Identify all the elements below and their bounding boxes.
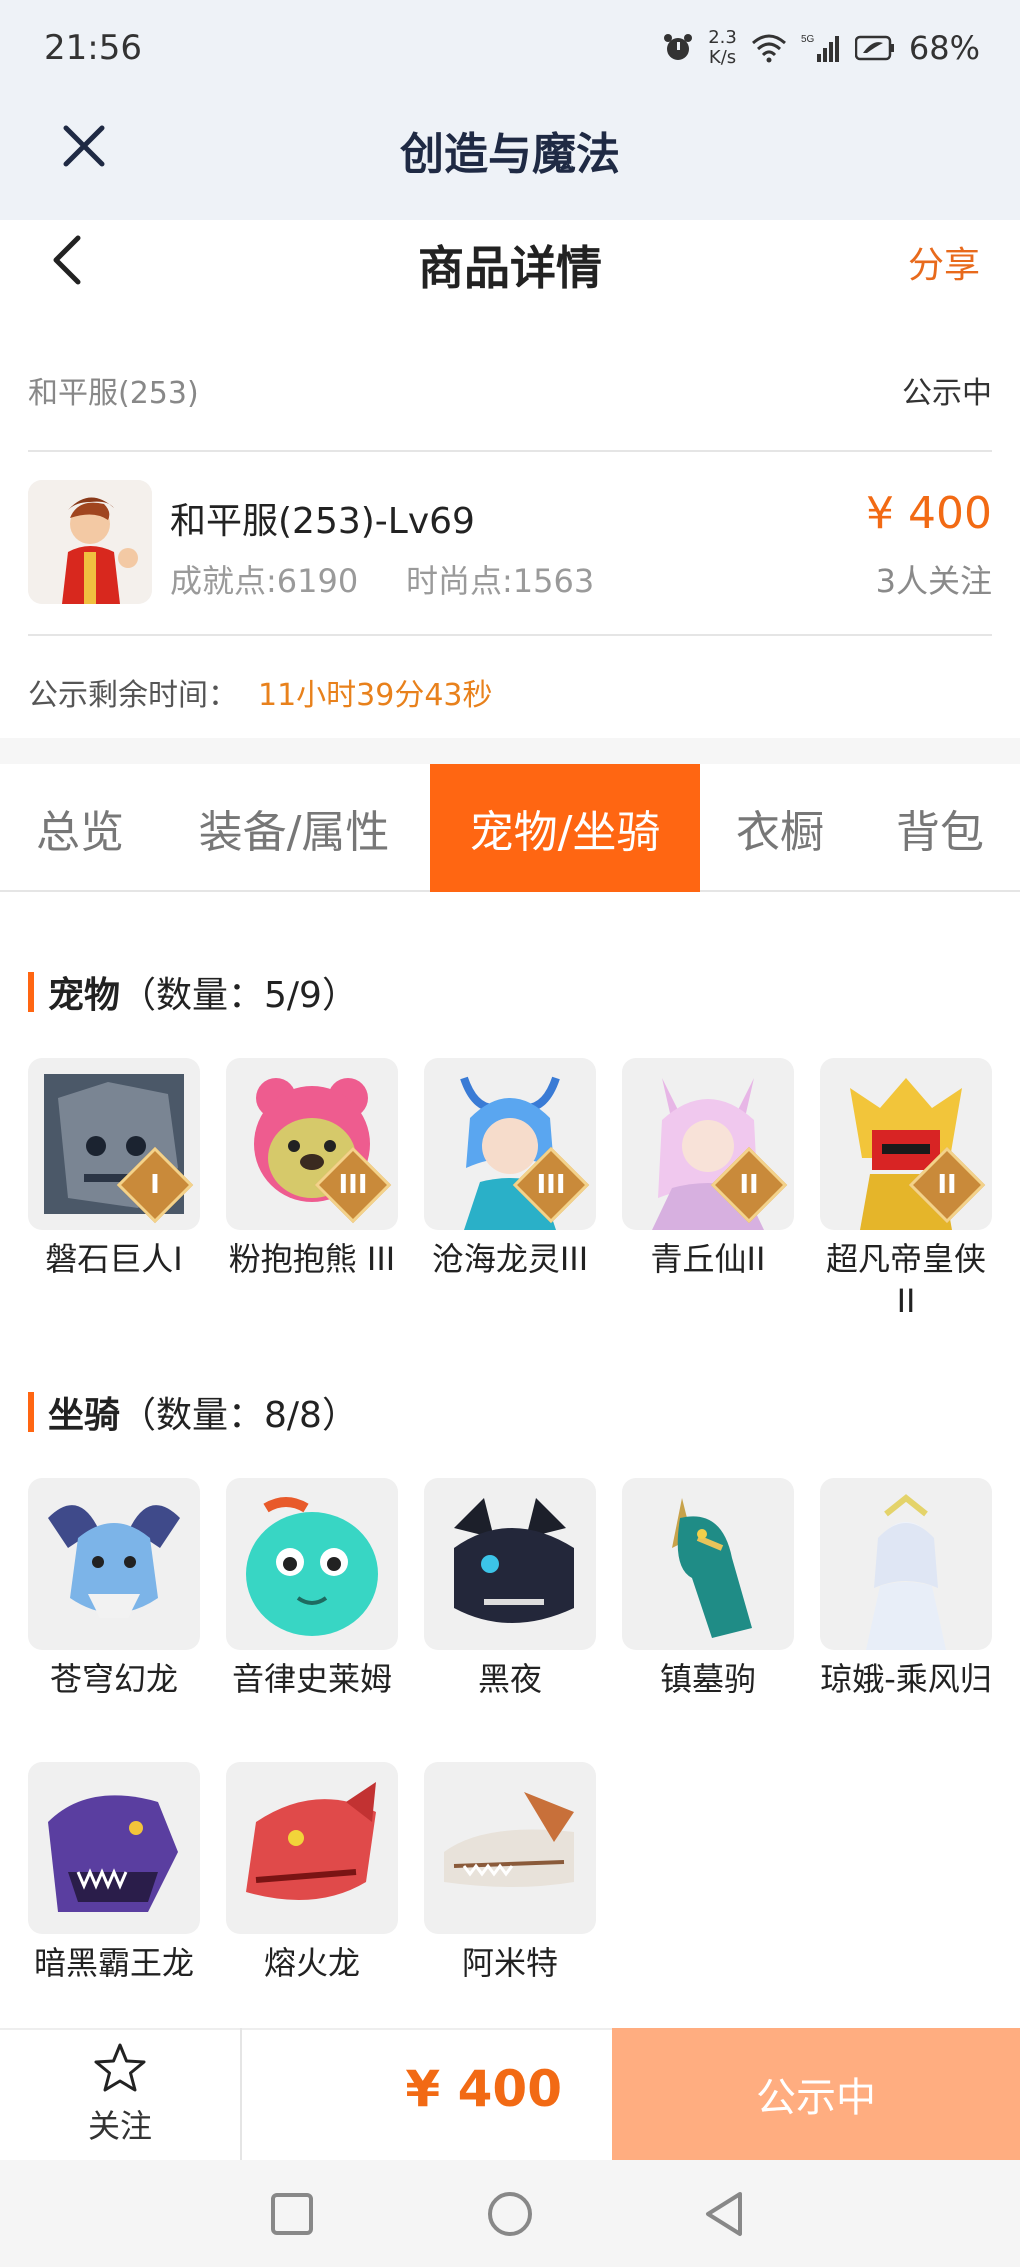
divider <box>28 634 992 636</box>
section-accent-bar <box>28 972 34 1012</box>
remaining-time-label: 公示剩余时间： <box>28 678 238 713</box>
server-name: 和平服(253) <box>28 376 199 411</box>
follow-button[interactable]: 关注 <box>0 2028 242 2160</box>
mount-red-dragon-icon <box>226 1762 398 1934</box>
battery-icon <box>854 35 894 61</box>
mount-item[interactable]: 琼娥-乘风归 <box>820 1478 992 1700</box>
pet-fox-fairy-icon: II <box>622 1058 794 1230</box>
pet-pink-bear-icon: III <box>226 1058 398 1230</box>
mount-item[interactable]: 音律史莱姆 <box>226 1478 398 1700</box>
tab-wardrobe[interactable]: 衣橱 <box>712 764 848 892</box>
mount-white-croc-icon <box>424 1762 596 1934</box>
pet-name: 沧海龙灵III <box>431 1240 589 1278</box>
status-time: 21:56 <box>44 28 142 68</box>
follow-label: 关注 <box>87 2107 152 2145</box>
signal-icon: 5G <box>801 34 839 62</box>
mount-name: 暗黑霸王龙 <box>33 1944 194 1982</box>
tab-pets-mounts[interactable]: 宠物/坐骑 <box>430 764 700 892</box>
mount-name: 镇墓驹 <box>659 1660 756 1698</box>
battery-percent: 68% <box>908 29 980 67</box>
tab-backpack[interactable]: 背包 <box>872 764 1008 892</box>
back-triangle-icon[interactable] <box>702 2190 746 2238</box>
pet-name: 粉抱抱熊 III <box>228 1240 396 1278</box>
pet-name: 青丘仙II <box>650 1240 766 1278</box>
svg-text:5G: 5G <box>801 34 815 45</box>
recents-square-icon[interactable] <box>270 2192 314 2236</box>
mount-item[interactable]: 熔火龙 <box>226 1762 398 1984</box>
page-title: 商品详情 <box>418 241 602 295</box>
mount-name: 琼娥-乘风归 <box>820 1660 992 1698</box>
pet-name: 超凡帝皇侠II <box>825 1240 986 1320</box>
pet-sea-dragon-spirit-icon: III <box>424 1058 596 1230</box>
pet-item[interactable]: II 超凡帝皇侠II <box>820 1058 992 1322</box>
star-icon <box>94 2043 146 2092</box>
achievement-points: 成就点:6190 <box>170 562 359 600</box>
remaining-time-value: 11小时39分43秒 <box>258 678 493 713</box>
home-circle-icon[interactable] <box>486 2190 534 2238</box>
follower-count: 3人关注 <box>875 562 992 600</box>
pet-item[interactable]: III 沧海龙灵III <box>424 1058 596 1280</box>
pets-section-title: 宠物 （数量：5/9） <box>28 966 358 1018</box>
character-name: 和平服(253)-Lv69 <box>170 501 475 542</box>
mount-purple-trex-icon <box>28 1762 200 1934</box>
network-speed: 2.3 K/s <box>708 27 737 68</box>
wifi-icon <box>751 34 786 63</box>
character-avatar <box>28 480 152 604</box>
mount-name: 熔火龙 <box>263 1944 360 1982</box>
mount-green-slime-icon <box>226 1478 398 1650</box>
pet-item[interactable]: III 粉抱抱熊 III <box>226 1058 398 1280</box>
public-notice-button[interactable]: 公示中 <box>612 2028 1020 2160</box>
mount-name: 音律史莱姆 <box>231 1660 392 1698</box>
mount-name: 黑夜 <box>477 1660 542 1698</box>
fashion-points: 时尚点:1563 <box>406 562 595 600</box>
mount-name: 苍穹幻龙 <box>49 1660 178 1698</box>
listing-price: ¥ 400 <box>866 488 992 539</box>
pet-name: 磐石巨人Ⅰ <box>45 1240 183 1278</box>
mount-night-fury-icon <box>424 1478 596 1650</box>
status-icons: 2.3 K/s 5G 68% <box>662 26 980 70</box>
mount-item[interactable]: 暗黑霸王龙 <box>28 1762 200 1984</box>
tab-equipment[interactable]: 装备/属性 <box>172 764 416 892</box>
mount-sky-dragon-icon <box>28 1478 200 1650</box>
pet-stone-golem-icon: I <box>28 1058 200 1230</box>
section-gap <box>0 738 1020 764</box>
section-accent-bar <box>28 1392 34 1432</box>
mount-name: 阿米特 <box>461 1944 558 1982</box>
pet-item[interactable]: II 青丘仙II <box>622 1058 794 1280</box>
listing-status: 公示中 <box>902 376 992 411</box>
mounts-section-title: 坐骑 （数量：8/8） <box>28 1386 358 1438</box>
mount-white-fairy-icon <box>820 1478 992 1650</box>
bottom-price: ¥ 400 <box>405 2060 562 2118</box>
mount-item[interactable]: 黑夜 <box>424 1478 596 1700</box>
divider <box>28 450 992 452</box>
mount-item[interactable]: 阿米特 <box>424 1762 596 1984</box>
mount-item[interactable]: 苍穹幻龙 <box>28 1478 200 1700</box>
character-portrait <box>28 480 152 604</box>
tab-bar: 总览 装备/属性 宠物/坐骑 衣橱 背包 <box>0 764 1020 892</box>
pet-item[interactable]: I 磐石巨人Ⅰ <box>28 1058 200 1280</box>
pet-golden-knight-icon: II <box>820 1058 992 1230</box>
share-button[interactable]: 分享 <box>908 236 980 288</box>
app-title: 创造与魔法 <box>400 129 620 180</box>
mount-item[interactable]: 镇墓驹 <box>622 1478 794 1700</box>
alarm-icon <box>664 34 693 60</box>
mount-teal-horse-icon <box>622 1478 794 1650</box>
tab-overview[interactable]: 总览 <box>0 764 160 892</box>
